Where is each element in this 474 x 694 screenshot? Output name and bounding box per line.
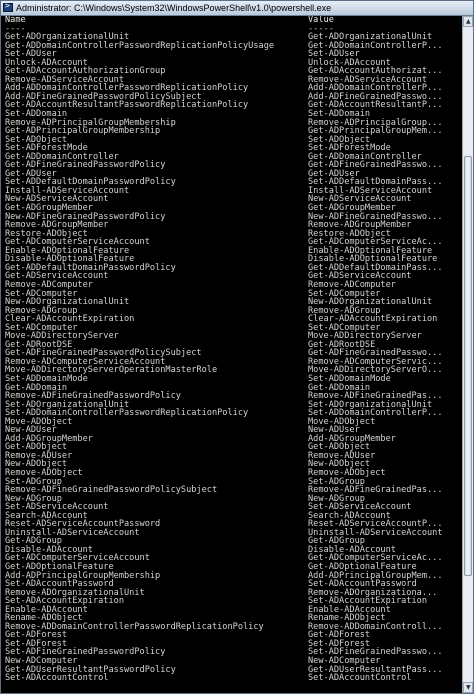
table-row: Set-ADAccountControl Set-ADAccountControl xyxy=(3,674,459,683)
table-row: Uninstall-ADServiceAccount Uninstall-ADSe… xyxy=(3,529,459,538)
scrollbar-thumb[interactable] xyxy=(464,156,472,576)
table-row: Remove-ADObject Remove-ADObject xyxy=(3,469,459,478)
title-bar[interactable]: Administrator: C:\Windows\System32\Windo… xyxy=(1,1,473,16)
column-header-row: Name Value xyxy=(3,16,459,25)
table-row: Remove-ADUser Remove-ADUser xyxy=(3,452,459,461)
vertical-scrollbar[interactable]: ▲ ▼ xyxy=(462,16,473,693)
table-row: Remove-ADDomainControllerPasswordReplica… xyxy=(3,623,459,632)
scroll-up-arrow-icon[interactable]: ▲ xyxy=(463,16,473,27)
table-row: Get-ADPrincipalGroupMembership Get-ADPrin… xyxy=(3,127,459,136)
table-row: Set-ADDomainMode Set-ADDomainMode xyxy=(3,375,459,384)
table-row: Get-ADFineGrainedPasswordPolicy Get-ADFin… xyxy=(3,161,459,170)
table-row: Add-ADGroupMember Add-ADGroupMember xyxy=(3,435,459,444)
table-row: Get-ADForest Get-ADForest xyxy=(3,631,459,640)
table-row: Get-ADAccountResultantPasswordReplicatio… xyxy=(3,101,459,110)
table-row: Get-ADDomainControllerPasswordReplicatio… xyxy=(3,42,459,51)
powershell-icon[interactable] xyxy=(3,1,13,12)
table-row: Remove-ADFineGrainedPasswordPolicySubjec… xyxy=(3,486,459,495)
cmdlet-name: Set-ADAccountControl xyxy=(5,673,109,684)
powershell-window: Administrator: C:\Windows\System32\Windo… xyxy=(0,0,474,694)
scroll-down-arrow-icon[interactable]: ▼ xyxy=(463,682,473,693)
console-output[interactable]: Name Value ---- ----- Get-ADOrganization… xyxy=(3,16,459,693)
window-title: Administrator: C:\Windows\System32\Windo… xyxy=(16,3,332,13)
table-row: Move-ADObject Move-ADObject xyxy=(3,418,459,427)
cmdlet-value: Set-ADAccountControl xyxy=(308,673,412,684)
